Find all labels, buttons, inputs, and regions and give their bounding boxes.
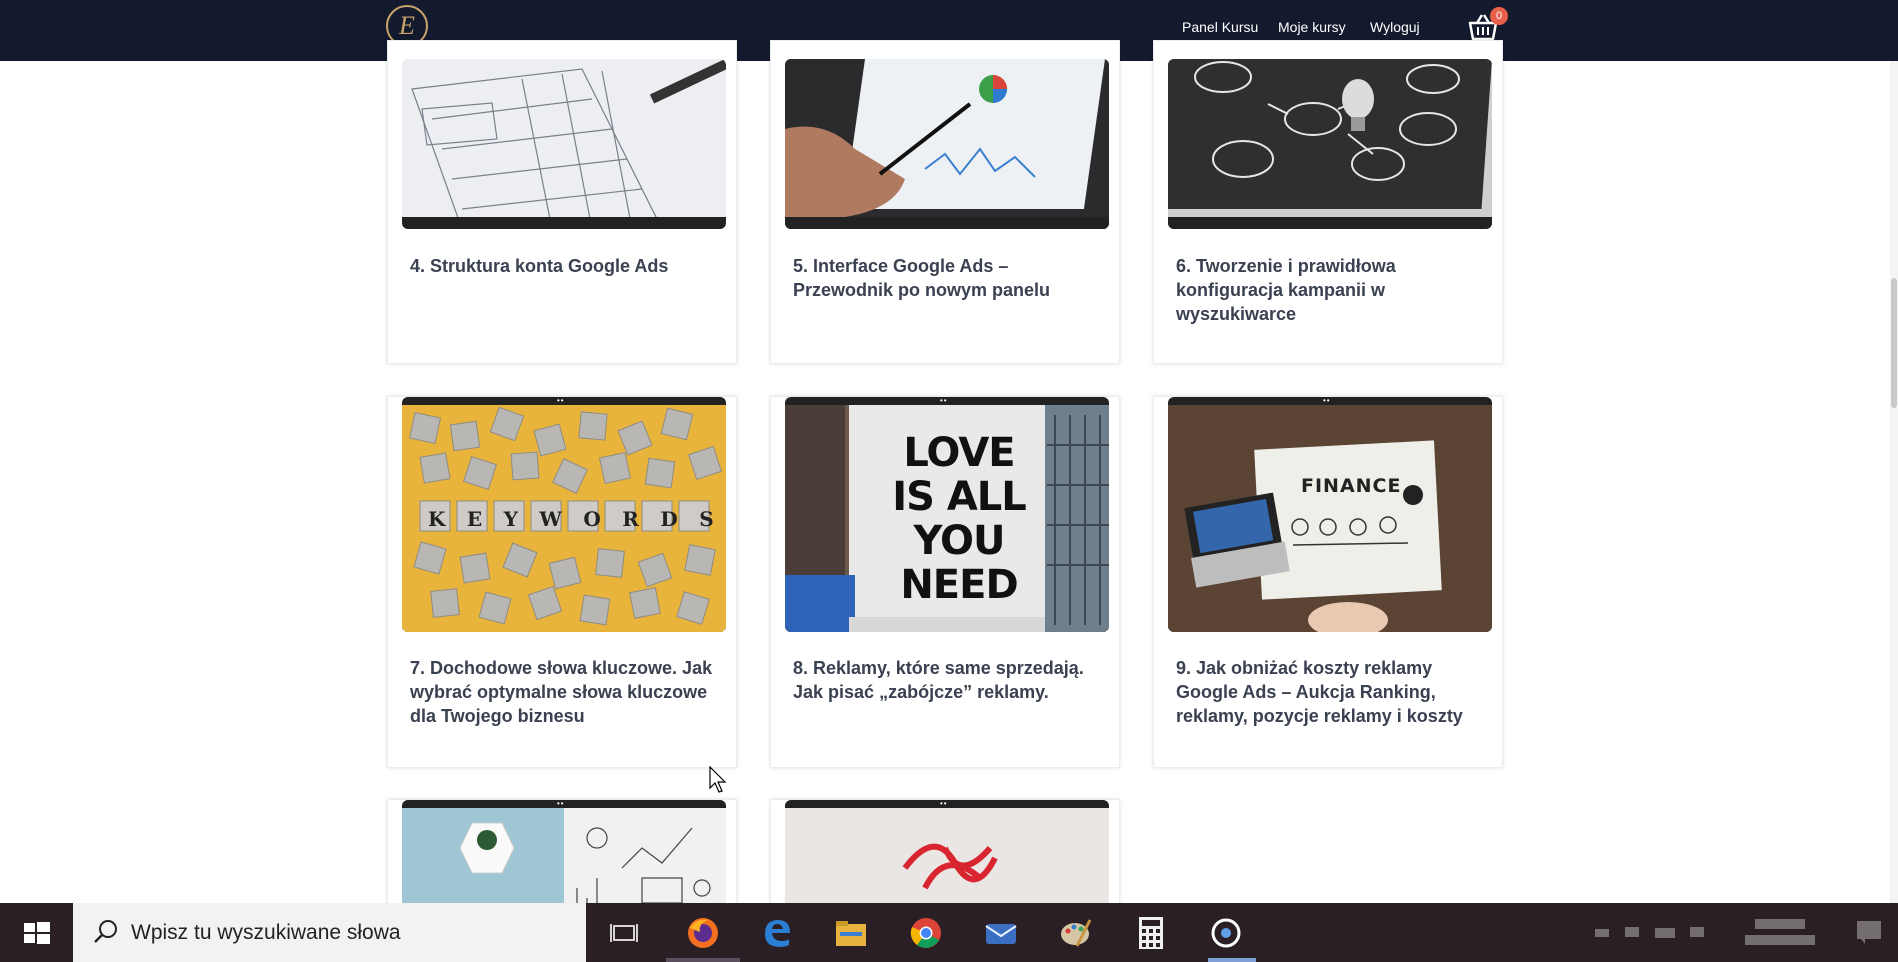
finance-text: FINANCE xyxy=(1301,475,1402,497)
lesson-6-thumbnail[interactable] xyxy=(1168,59,1492,229)
blueprint-image xyxy=(402,59,726,229)
task-view-icon[interactable] xyxy=(604,913,644,953)
lesson-card-8[interactable]: •• LOVE IS ALL YOU NEED 8. Reklamy, któr… xyxy=(770,396,1120,768)
lesson-9-thumbnail[interactable]: •• FINANCE xyxy=(1168,397,1492,632)
lesson-5-title[interactable]: 5. Interface Google Ads – Przewodnik po … xyxy=(793,254,1103,302)
paint-icon[interactable] xyxy=(1056,913,1096,953)
search-icon xyxy=(94,920,117,943)
windows-start-icon[interactable] xyxy=(0,903,72,962)
firefox-icon[interactable] xyxy=(683,913,723,953)
menu-dots-icon: •• xyxy=(557,397,565,405)
chrome-icon[interactable] xyxy=(906,913,946,953)
page-scrollbar[interactable] xyxy=(1890,61,1898,903)
edge-icon[interactable] xyxy=(757,913,797,953)
taskbar-search-box[interactable]: Wpisz tu wyszukiwane słowa xyxy=(73,903,586,962)
mouse-cursor-icon xyxy=(709,766,727,793)
lesson-card-9[interactable]: •• FINANCE 9. Jak obniżać koszty reklamy… xyxy=(1153,396,1503,768)
lightbulb-chalkboard-image xyxy=(1168,59,1492,229)
system-tray-icons[interactable] xyxy=(1595,923,1715,941)
cortana-icon[interactable] xyxy=(1206,913,1246,953)
lesson-10-thumbnail[interactable]: •• xyxy=(402,800,726,920)
nav-link-panel-kursu[interactable]: Panel Kursu xyxy=(1182,19,1258,35)
lesson-card-7[interactable]: •• KEYWORDS 7. Dochodowe słowa kluczowe.… xyxy=(387,396,737,768)
notification-icon[interactable] xyxy=(1855,919,1883,945)
cortana-active-indicator xyxy=(1208,958,1256,962)
tablet-analytics-image xyxy=(785,59,1109,229)
page-scrollbar-thumb[interactable] xyxy=(1891,278,1897,408)
lesson-card-5[interactable]: 5. Interface Google Ads – Przewodnik po … xyxy=(770,40,1120,364)
cart-count-badge: 0 xyxy=(1490,7,1508,25)
keywords-tile-text: KEYWORDS xyxy=(428,507,726,531)
nav-link-wyloguj[interactable]: Wyloguj xyxy=(1370,19,1420,35)
clock-area[interactable] xyxy=(1745,917,1825,949)
menu-dots-icon: •• xyxy=(1323,397,1331,405)
lesson-card-10[interactable]: •• xyxy=(387,799,737,920)
lesson-7-title[interactable]: 7. Dochodowe słowa kluczowe. Jak wybrać … xyxy=(410,656,720,728)
lesson-5-thumbnail[interactable] xyxy=(785,59,1109,229)
menu-dots-icon: •• xyxy=(940,800,948,808)
lesson-8-title[interactable]: 8. Reklamy, które same sprzedają. Jak pi… xyxy=(793,656,1103,704)
menu-dots-icon: •• xyxy=(940,397,948,405)
nav-link-moje-kursy[interactable]: Moje kursy xyxy=(1278,19,1346,35)
mail-icon[interactable] xyxy=(981,913,1021,953)
lesson-9-title[interactable]: 9. Jak obniżać koszty reklamy Google Ads… xyxy=(1176,656,1486,728)
lesson-4-thumbnail[interactable] xyxy=(402,59,726,229)
lesson-card-4[interactable]: 4. Struktura konta Google Ads xyxy=(387,40,737,364)
calculator-icon[interactable] xyxy=(1131,913,1171,953)
finance-desk-image xyxy=(1168,405,1492,632)
windows-taskbar: Wpisz tu wyszukiwane słowa xyxy=(0,903,1898,962)
lesson-6-title[interactable]: 6. Tworzenie i prawidłowa konfiguracja k… xyxy=(1176,254,1486,326)
lesson-card-6[interactable]: 6. Tworzenie i prawidłowa konfiguracja k… xyxy=(1153,40,1503,364)
file-explorer-icon[interactable] xyxy=(831,913,871,953)
lesson-card-11[interactable]: •• xyxy=(770,799,1120,920)
lesson-4-title[interactable]: 4. Struktura konta Google Ads xyxy=(410,254,720,278)
firefox-active-bg xyxy=(666,958,740,962)
taskbar-search-input[interactable]: Wpisz tu wyszukiwane słowa xyxy=(131,921,401,945)
lesson-8-thumbnail[interactable]: •• LOVE IS ALL YOU NEED xyxy=(785,397,1109,632)
lesson-7-thumbnail[interactable]: •• KEYWORDS xyxy=(402,397,726,632)
lesson-11-thumbnail[interactable]: •• xyxy=(785,800,1109,920)
menu-dots-icon: •• xyxy=(557,800,565,808)
billboard-text: LOVE IS ALL YOU NEED xyxy=(892,430,1027,608)
